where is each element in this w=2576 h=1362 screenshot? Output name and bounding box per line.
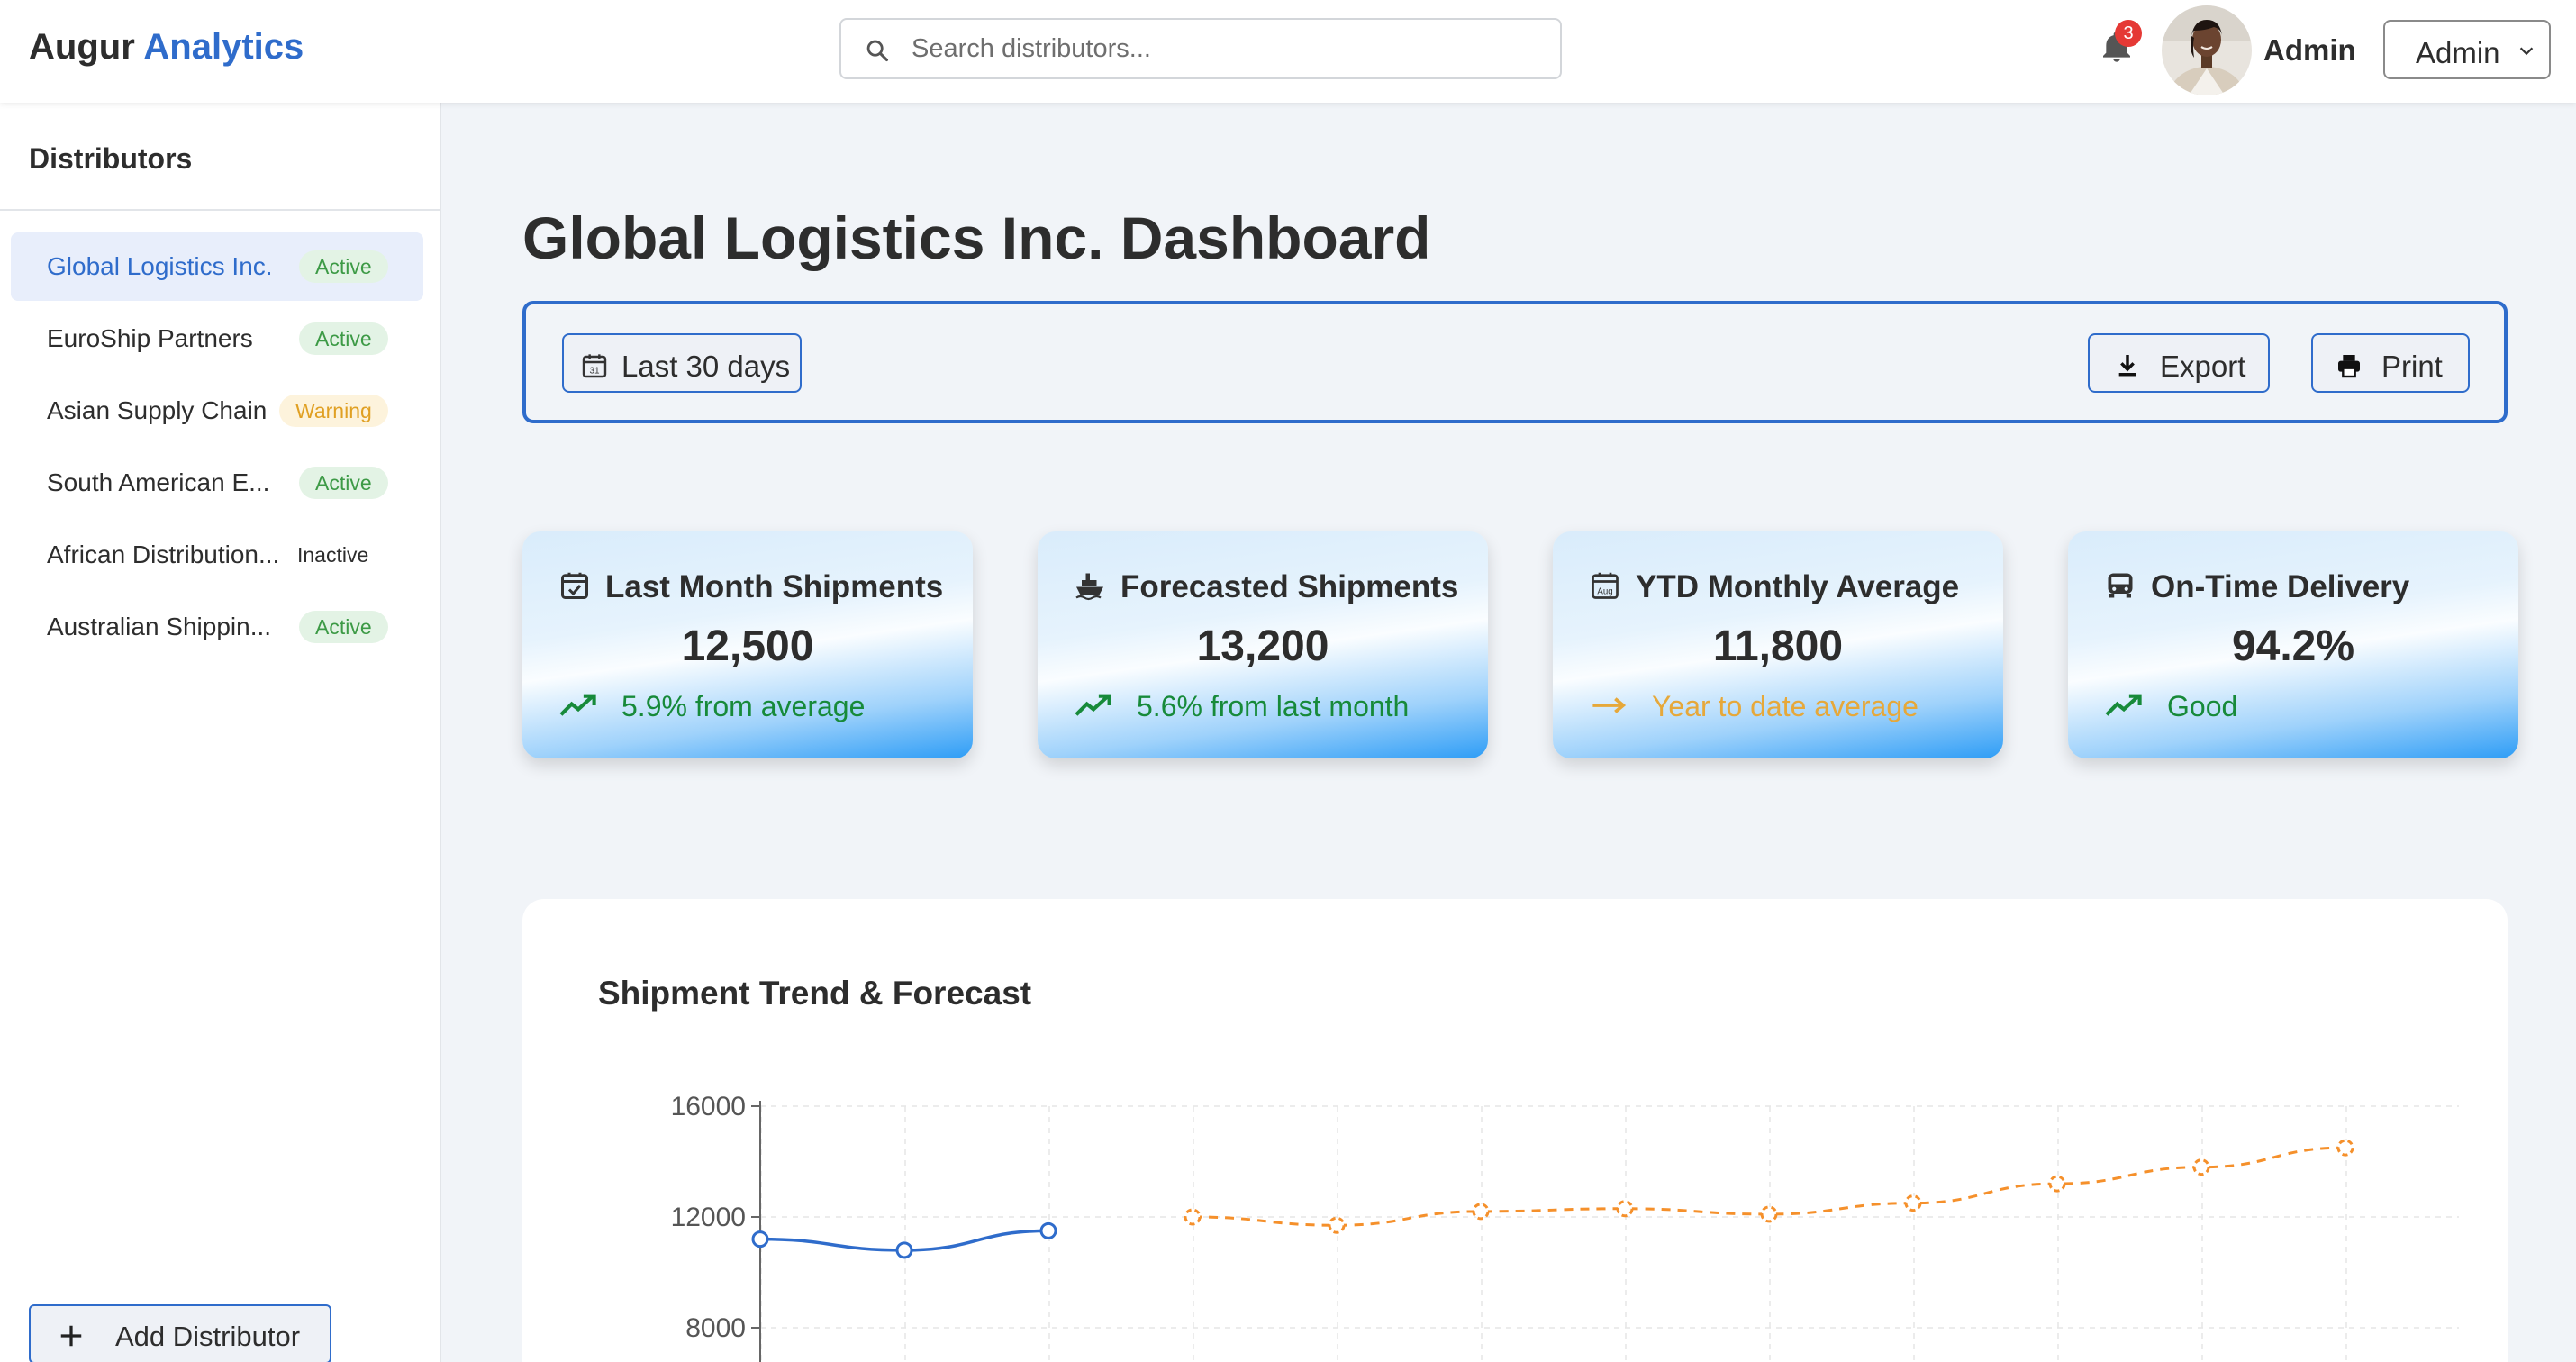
ship-icon xyxy=(1075,573,1103,601)
actual-data-point xyxy=(751,1230,769,1248)
card-trend: 5.9% from average xyxy=(621,690,866,722)
brand-accent: Analytics xyxy=(143,27,304,67)
shipment-chart-panel: Shipment Trend & Forecast 16000 12000 8000 xyxy=(522,899,2508,1362)
card-value: 94.2% xyxy=(2231,622,2355,670)
card-title: On-Time Delivery xyxy=(2151,569,2410,604)
print-button[interactable]: Print xyxy=(2311,333,2470,393)
role-select[interactable]: Admin xyxy=(2383,20,2551,79)
chevron-down-icon xyxy=(2519,47,2534,56)
card-value: 13,200 xyxy=(1196,622,1329,670)
card-trend: Good xyxy=(2167,690,2238,722)
distributor-item[interactable]: South American E... Active xyxy=(11,449,423,517)
printer-icon xyxy=(2338,355,2360,378)
card-title: Forecasted Shipments xyxy=(1120,569,1459,604)
notification-count-badge: 3 xyxy=(2115,20,2142,47)
distributor-name: African Distribution... xyxy=(47,540,280,568)
date-range-button[interactable]: 31 Last 30 days xyxy=(562,333,802,393)
download-icon xyxy=(2118,355,2136,377)
status-badge: Active xyxy=(299,467,388,499)
card-value: 12,500 xyxy=(681,622,814,670)
metric-card-last-month-shipments: Last Month Shipments 12,500 5.9% from av… xyxy=(522,531,973,758)
svg-text:Aug: Aug xyxy=(1597,586,1612,596)
forecast-data-point xyxy=(1184,1208,1202,1226)
user-name: Admin xyxy=(2263,33,2356,67)
card-title: YTD Monthly Average xyxy=(1636,569,1960,604)
card-title: Last Month Shipments xyxy=(605,569,944,604)
search-box[interactable] xyxy=(839,18,1562,79)
distributor-name: Global Logistics Inc. xyxy=(47,252,273,280)
y-axis-tick-label: 16000 xyxy=(671,1092,746,1121)
forecast-data-point xyxy=(1328,1216,1346,1234)
status-badge: Active xyxy=(299,611,388,643)
metric-card-on-time-delivery: On-Time Delivery 94.2% Good xyxy=(2068,531,2518,758)
distributor-name: Asian Supply Chain xyxy=(47,396,268,424)
status-badge: Active xyxy=(299,250,388,283)
dashboard-toolbar: 31 Last 30 days Export Print xyxy=(522,301,2508,423)
distributor-item[interactable]: Global Logistics Inc. Active xyxy=(11,232,423,301)
forecast-data-point xyxy=(2336,1139,2354,1157)
forecast-data-point xyxy=(2192,1158,2210,1176)
add-distributor-button[interactable]: Add Distributor xyxy=(29,1304,331,1362)
search-input[interactable] xyxy=(912,29,1542,68)
forecast-data-point xyxy=(2048,1175,2066,1193)
print-label: Print xyxy=(2381,350,2443,383)
search-icon xyxy=(866,40,889,62)
metric-card-forecasted-shipments: Forecasted Shipments 13,200 5.6% from la… xyxy=(1038,531,1488,758)
status-badge: Active xyxy=(299,322,388,355)
role-select-value: Admin xyxy=(2416,36,2500,69)
actual-data-point xyxy=(895,1241,913,1259)
forecast-data-point xyxy=(1472,1203,1490,1221)
y-axis-tick-label: 8000 xyxy=(685,1313,746,1343)
distributor-name: Australian Shippin... xyxy=(47,613,272,640)
status-badge: Inactive xyxy=(297,543,369,567)
truck-icon xyxy=(2108,573,2133,598)
date-range-label: Last 30 days xyxy=(621,350,791,383)
distributor-list: Global Logistics Inc. Active EuroShip Pa… xyxy=(11,232,423,665)
distributor-item[interactable]: African Distribution... Inactive xyxy=(11,521,423,589)
distributor-item[interactable]: Asian Supply Chain Warning xyxy=(11,377,423,445)
trending-up-icon xyxy=(559,694,596,716)
card-trend: 5.6% from last month xyxy=(1137,690,1410,722)
distributor-name: EuroShip Partners xyxy=(47,324,253,352)
brand-name: Augur xyxy=(29,27,135,67)
sidebar: Distributors Global Logistics Inc. Activ… xyxy=(0,103,441,1362)
notifications-button[interactable]: 3 xyxy=(2099,20,2142,68)
distributor-item[interactable]: EuroShip Partners Active xyxy=(11,304,423,373)
forecast-data-point xyxy=(1904,1194,1922,1212)
card-trend: Year to date average xyxy=(1652,690,1918,722)
add-distributor-label: Add Distributor xyxy=(115,1321,301,1352)
arrow-right-icon xyxy=(1592,697,1627,713)
calendar-check-icon xyxy=(561,572,588,599)
metric-card-ytd-monthly-average: Aug YTD Monthly Average 11,800 Year to d… xyxy=(1553,531,2003,758)
trending-up-icon xyxy=(1075,694,1111,716)
export-label: Export xyxy=(2160,350,2246,383)
plus-icon xyxy=(60,1325,82,1347)
svg-text:31: 31 xyxy=(589,367,600,377)
brand-logo[interactable]: Augur Analytics xyxy=(29,27,304,68)
sidebar-divider xyxy=(0,209,440,211)
export-button[interactable]: Export xyxy=(2088,333,2270,393)
forecast-data-point xyxy=(1760,1205,1778,1223)
avatar[interactable] xyxy=(2162,5,2252,95)
calendar-icon: 31 xyxy=(582,354,607,378)
sidebar-title: Distributors xyxy=(29,142,193,175)
forecast-data-point xyxy=(1616,1200,1634,1218)
trending-up-icon xyxy=(2105,694,2142,716)
top-bar: Augur Analytics 3 Admin Admin xyxy=(0,0,2576,103)
distributor-name: South American E... xyxy=(47,468,270,496)
calendar-month-icon: Aug xyxy=(1592,572,1619,599)
shipment-trend-chart: 16000 12000 8000 xyxy=(671,1092,2459,1362)
y-axis-tick-label: 12000 xyxy=(671,1203,746,1232)
page-title: Global Logistics Inc. Dashboard xyxy=(522,204,1431,271)
status-badge: Warning xyxy=(279,395,388,427)
card-value: 11,800 xyxy=(1712,622,1844,670)
avatar-image xyxy=(2162,5,2252,95)
actual-data-point xyxy=(1039,1221,1057,1239)
distributor-item[interactable]: Australian Shippin... Active xyxy=(11,593,423,661)
